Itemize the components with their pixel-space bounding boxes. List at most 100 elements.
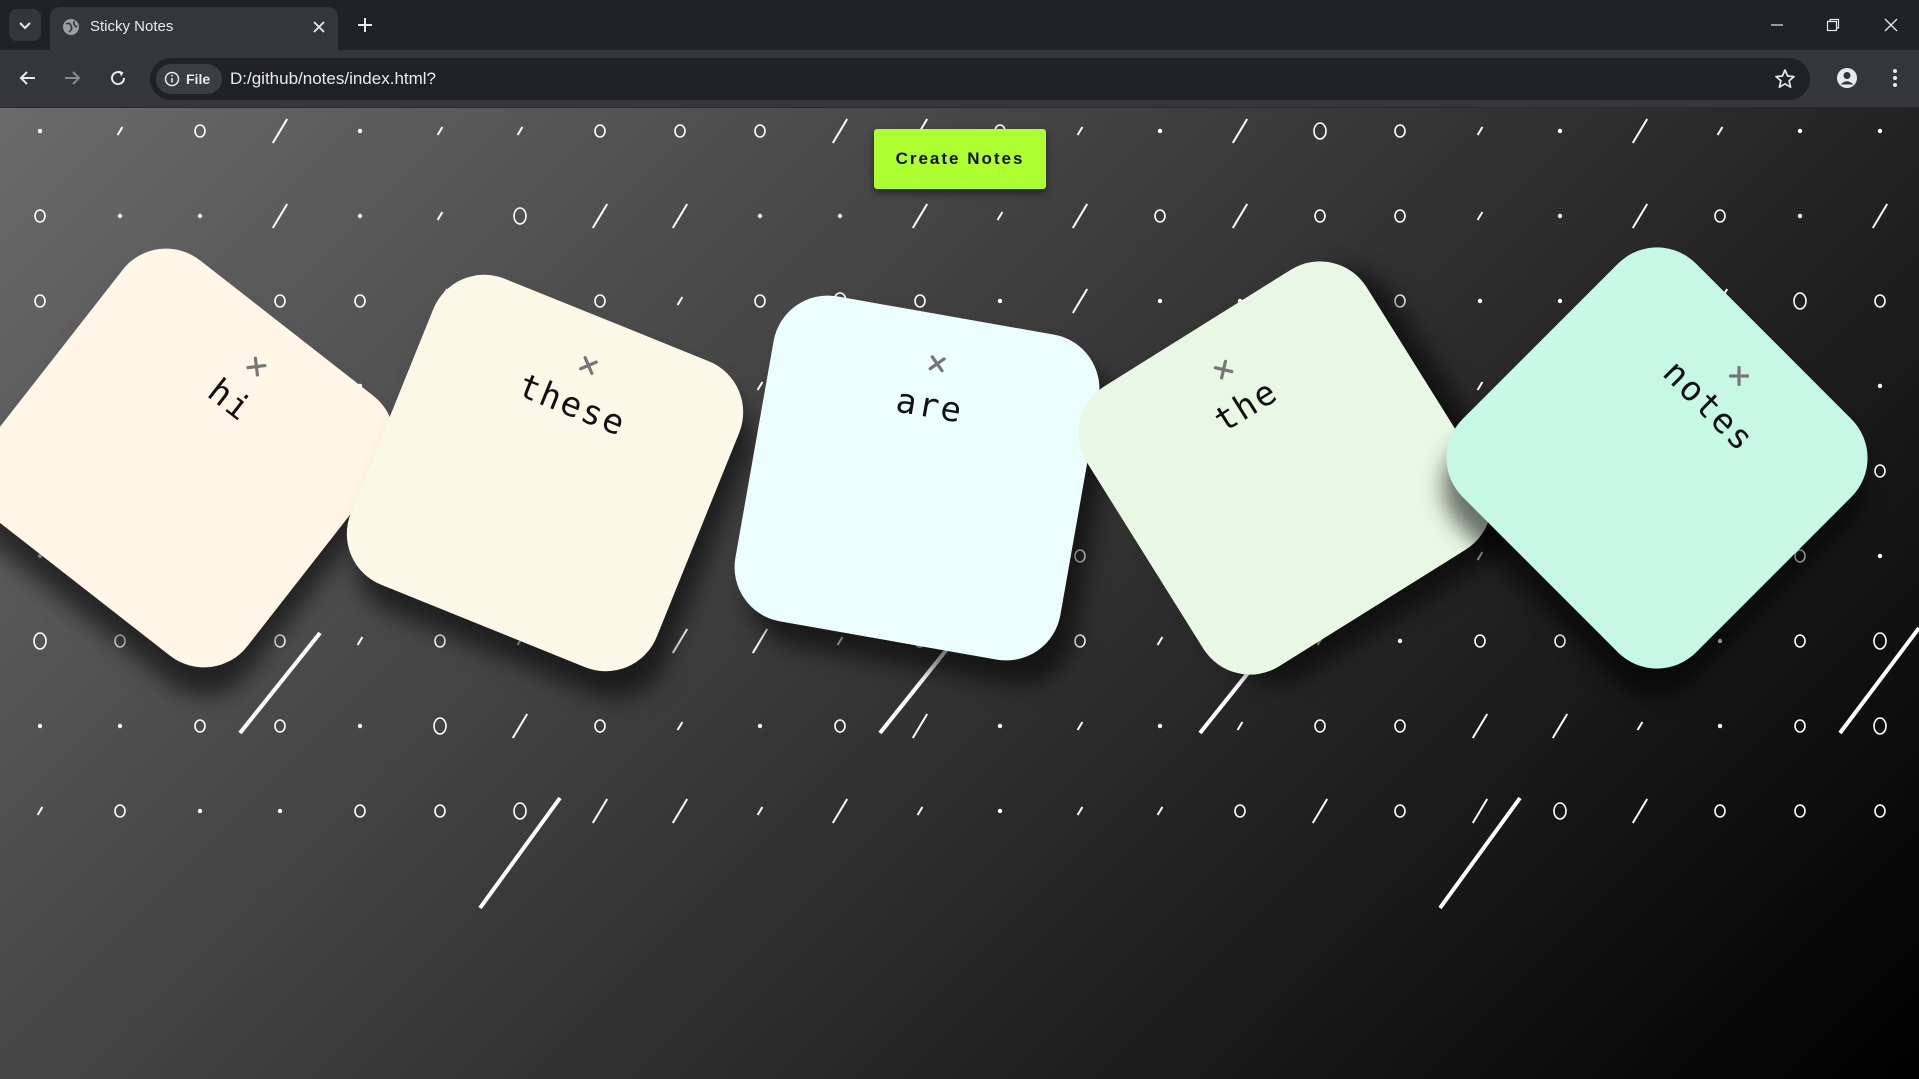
pattern-glyph: [1474, 634, 1486, 648]
pattern-glyph: [671, 798, 689, 824]
pattern-glyph: [594, 124, 606, 138]
pattern-glyph: [116, 126, 124, 136]
reload-button[interactable]: [103, 63, 133, 93]
pattern-glyph: [591, 203, 609, 229]
pattern-glyph: [1636, 721, 1644, 731]
pattern-glyph: [1797, 213, 1803, 219]
pattern-glyph: [836, 636, 844, 646]
pattern-glyph: [831, 798, 849, 824]
pattern-glyph: [114, 804, 126, 818]
pattern-glyph: [1071, 203, 1089, 229]
tab-strip: Sticky Notes: [0, 0, 1919, 50]
pattern-glyph: [357, 723, 363, 729]
pattern-glyph: [1794, 804, 1806, 818]
pattern-glyph: [1154, 209, 1166, 223]
close-icon[interactable]: [310, 18, 328, 36]
pattern-glyph: [1873, 717, 1887, 735]
pattern-glyph: [594, 294, 606, 308]
pattern-glyph: [997, 723, 1003, 729]
pattern-glyph: [274, 719, 286, 733]
pattern-glyph: [1314, 719, 1326, 733]
pattern-glyph: [757, 723, 763, 729]
pattern-glyph: [1477, 298, 1483, 304]
pattern-glyph: [1157, 723, 1163, 729]
pattern-glyph: [1874, 804, 1886, 818]
pattern-glyph: [1156, 806, 1164, 816]
sticky-note[interactable]: are: [725, 286, 1109, 670]
reload-icon: [111, 70, 126, 86]
profile-icon: [1837, 68, 1857, 88]
new-tab-icon[interactable]: [353, 13, 377, 37]
pattern-glyph: [756, 381, 764, 391]
minimize-icon: [1771, 24, 1783, 26]
pattern-glyph: [1557, 128, 1563, 134]
pattern-glyph: [1071, 288, 1089, 314]
pattern-glyph: [1794, 719, 1806, 733]
pattern-glyph: [277, 808, 283, 814]
arrow-left-icon: [19, 71, 35, 85]
pattern-glyph: [197, 808, 203, 814]
note-close-button[interactable]: [574, 351, 603, 380]
create-notes-button[interactable]: Create Notes: [874, 129, 1046, 189]
pattern-glyph: [1394, 209, 1406, 223]
pattern-glyph: [1231, 203, 1249, 229]
pattern-glyph: [1871, 203, 1889, 229]
pattern-glyph: [434, 804, 446, 818]
pattern-glyph: [1394, 804, 1406, 818]
pattern-glyph: [914, 294, 926, 308]
note-close-button[interactable]: [924, 351, 949, 376]
browser-menu-button[interactable]: [1880, 63, 1910, 93]
pattern-glyph: [33, 632, 47, 650]
pattern-glyph: [1394, 294, 1406, 308]
pattern-glyph: [1156, 636, 1164, 646]
note-close-button[interactable]: [241, 351, 272, 382]
close-icon: [928, 355, 946, 373]
pattern-glyph: [1471, 798, 1489, 824]
pattern-glyph: [354, 804, 366, 818]
pattern-glyph: [37, 128, 43, 134]
pattern-glyph: [1394, 719, 1406, 733]
tab-search-button[interactable]: [9, 9, 41, 41]
pattern-glyph: [1236, 721, 1244, 731]
pattern-glyph: [1797, 128, 1803, 134]
tab-sticky-notes[interactable]: Sticky Notes: [50, 7, 338, 50]
star-icon[interactable]: [1774, 68, 1796, 90]
close-icon: [1728, 365, 1750, 387]
profile-button[interactable]: [1832, 63, 1862, 93]
pattern-glyph: [1717, 638, 1723, 644]
pattern-long-slash: [478, 796, 562, 910]
pattern-glyph: [513, 802, 527, 820]
pattern-glyph: [751, 628, 769, 654]
pattern-glyph: [1553, 802, 1567, 820]
pattern-glyph: [1476, 211, 1484, 221]
pattern-glyph: [1554, 634, 1566, 648]
site-info-chip[interactable]: File: [156, 64, 222, 94]
pattern-glyph: [434, 634, 446, 648]
url-text[interactable]: D:/github/notes/index.html?: [230, 69, 436, 89]
pattern-glyph: [671, 628, 689, 654]
pattern-glyph: [1874, 294, 1886, 308]
pattern-long-slash: [1438, 796, 1522, 910]
pattern-glyph: [1157, 128, 1163, 134]
pattern-glyph: [834, 719, 846, 733]
back-button[interactable]: [13, 63, 43, 93]
pattern-glyph: [274, 294, 286, 308]
note-close-button[interactable]: [1208, 354, 1238, 384]
note-close-button[interactable]: [1723, 360, 1754, 391]
minimize-button[interactable]: [1762, 10, 1792, 40]
address-bar[interactable]: File D:/github/notes/index.html?: [150, 58, 1810, 100]
pattern-glyph: [436, 211, 444, 221]
forward-button[interactable]: [57, 63, 87, 93]
pattern-glyph: [676, 721, 684, 731]
pattern-glyph: [1314, 209, 1326, 223]
pattern-glyph: [754, 294, 766, 308]
globe-icon: [63, 19, 79, 35]
pattern-glyph: [34, 294, 46, 308]
pattern-glyph: [1476, 126, 1484, 136]
pattern-glyph: [274, 634, 286, 648]
close-window-button[interactable]: [1876, 10, 1906, 40]
pattern-glyph: [911, 203, 929, 229]
pattern-glyph: [1631, 203, 1649, 229]
restore-button[interactable]: [1818, 10, 1848, 40]
pattern-glyph: [114, 634, 126, 648]
